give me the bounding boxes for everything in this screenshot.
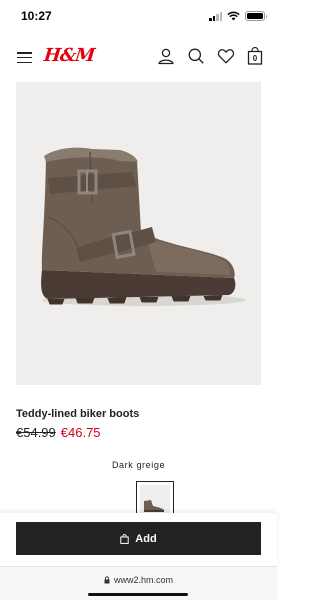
product-image[interactable] — [16, 82, 261, 385]
account-icon[interactable] — [157, 47, 175, 65]
sale-price: €46.75 — [60, 425, 101, 440]
product-title: Teddy-lined biker boots — [16, 408, 140, 420]
lock-icon — [104, 576, 110, 584]
add-to-bag-bar: Add — [0, 513, 277, 566]
shopping-bag-button[interactable]: 0 — [247, 47, 263, 65]
header-actions: 0 — [157, 47, 263, 65]
boot-illustration — [41, 147, 246, 306]
search-icon[interactable] — [187, 47, 205, 65]
bag-count: 0 — [252, 54, 258, 63]
selected-color-label: Dark greige — [111, 460, 166, 470]
site-header: H&M 0 — [0, 38, 277, 76]
browser-url-bar[interactable]: www2.hm.com — [0, 566, 277, 600]
battery-icon — [245, 11, 267, 21]
status-time: 10:27 — [21, 9, 52, 23]
brand-logo[interactable]: H&M — [43, 45, 95, 66]
url-text: www2.hm.com — [113, 575, 173, 585]
signal-icon — [209, 11, 222, 21]
status-bar: 10:27 — [0, 0, 277, 34]
home-indicator — [88, 593, 188, 596]
bag-icon — [120, 533, 129, 544]
original-price: €54.99 — [16, 425, 56, 440]
status-icons — [209, 11, 267, 21]
price-row: €54.99 €46.75 — [16, 425, 101, 440]
favorites-icon[interactable] — [217, 47, 235, 65]
add-button-label: Add — [135, 532, 157, 545]
boot-thumbnail-icon — [144, 500, 164, 512]
wifi-icon — [227, 11, 240, 21]
add-to-bag-button[interactable]: Add — [16, 522, 261, 555]
url-display: www2.hm.com — [0, 575, 277, 585]
menu-icon[interactable] — [17, 52, 32, 63]
